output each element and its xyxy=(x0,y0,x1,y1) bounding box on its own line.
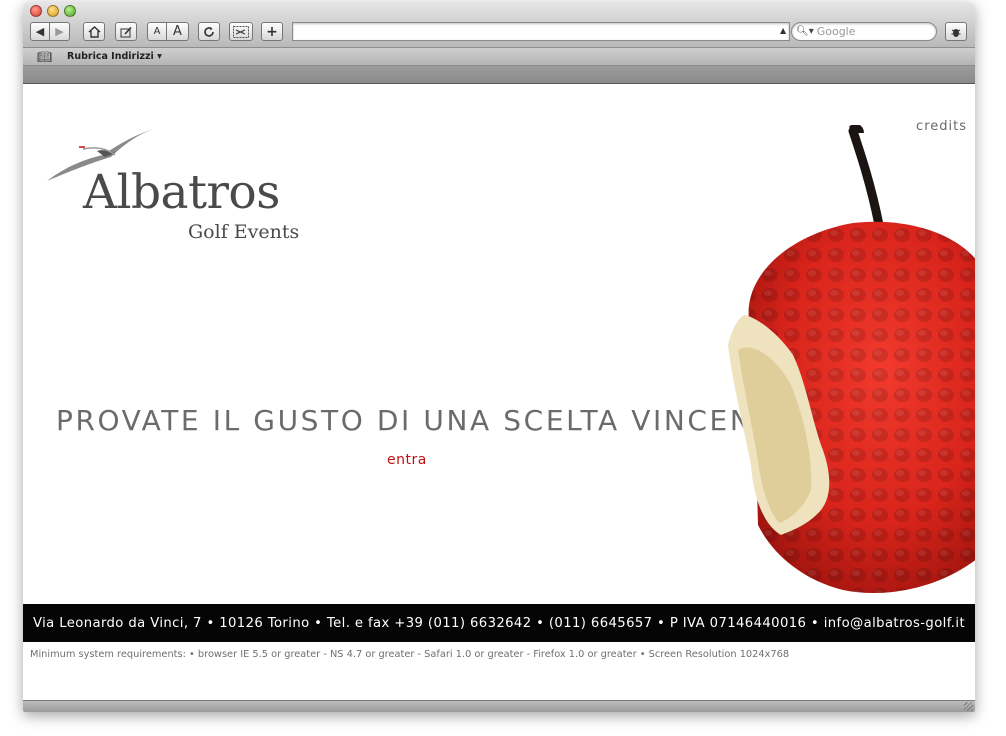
bitten-golf-apple-image xyxy=(728,125,975,593)
browser-toolbar: ◀ ▶ A A + ▲ 🔍︎▾ Google xyxy=(23,2,975,48)
search-placeholder: Google xyxy=(816,25,856,38)
url-dropdown-icon[interactable]: ▲ xyxy=(780,26,786,35)
text-smaller-button[interactable]: A xyxy=(147,22,167,41)
close-window-button[interactable] xyxy=(30,5,42,17)
address-bar[interactable] xyxy=(292,22,790,41)
reload-button[interactable] xyxy=(198,22,220,41)
back-arrow-icon: ◀ xyxy=(35,25,45,38)
tab-bar xyxy=(23,66,975,84)
add-bookmark-button[interactable]: + xyxy=(261,22,283,41)
edit-button[interactable] xyxy=(115,22,137,41)
scissors-icon xyxy=(233,25,249,38)
snippet-button[interactable] xyxy=(229,22,253,41)
forward-button[interactable]: ▶ xyxy=(50,22,70,41)
web-page: credits Albatros Golf Events PROVATE IL … xyxy=(23,85,975,700)
text-larger-button[interactable]: A xyxy=(167,22,189,41)
tagline: PROVATE IL GUSTO DI UNA SCELTA VINCENTE xyxy=(56,404,794,437)
search-icon: 🔍︎▾ xyxy=(796,26,814,37)
pencil-icon xyxy=(120,26,132,37)
resize-grip-icon[interactable] xyxy=(964,702,973,711)
bookmarks-bar: 📖︎ Rubrica Indirizzi ▾ xyxy=(23,48,975,66)
zoom-window-button[interactable] xyxy=(64,5,76,17)
minimize-window-button[interactable] xyxy=(47,5,59,17)
enter-link[interactable]: entra xyxy=(387,452,427,468)
bookmark-rubrica-indirizzi[interactable]: Rubrica Indirizzi ▾ xyxy=(67,51,162,62)
system-requirements: Minimum system requirements: • browser I… xyxy=(30,649,790,660)
reload-icon xyxy=(204,26,214,37)
back-button[interactable]: ◀ xyxy=(30,22,50,41)
forward-arrow-icon: ▶ xyxy=(55,25,64,38)
contact-footer: Via Leonardo da Vinci, 7 • 10126 Torino … xyxy=(23,604,975,642)
search-field[interactable]: 🔍︎▾ Google xyxy=(791,22,937,41)
status-bar xyxy=(23,700,975,712)
browser-window: ◀ ▶ A A + ▲ 🔍︎▾ Google 📖︎ Rubrica Indiri… xyxy=(23,2,975,712)
bookmarks-book-icon[interactable]: 📖︎ xyxy=(37,50,52,64)
bug-icon xyxy=(951,28,961,37)
home-icon xyxy=(88,25,100,38)
bug-report-button[interactable] xyxy=(945,22,967,41)
logo-name: Albatros xyxy=(83,165,280,220)
home-button[interactable] xyxy=(83,22,105,41)
logo-subtitle: Golf Events xyxy=(188,221,300,243)
